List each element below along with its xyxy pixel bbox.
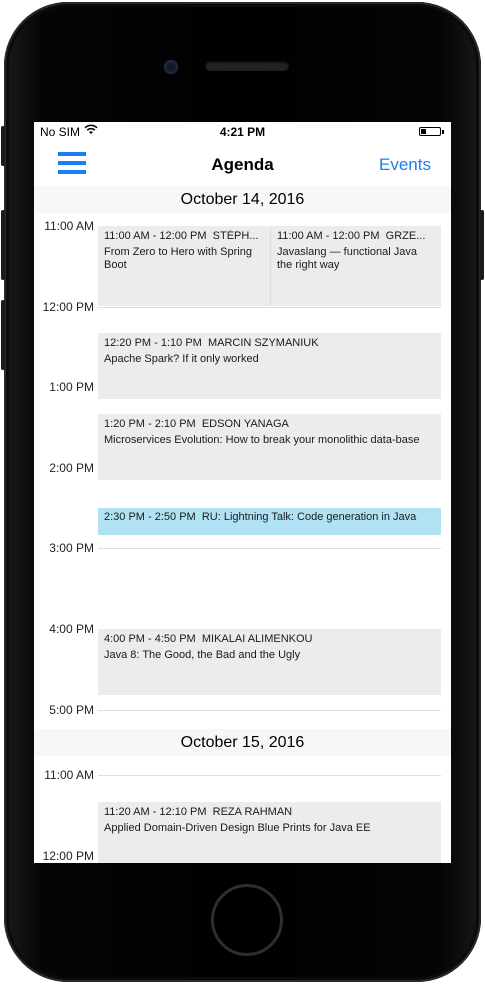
- event-card[interactable]: 11:20 AM - 12:10 PM REZA RAHMAN Applied …: [98, 802, 441, 863]
- event-speaker: MIKALAI ALIMENKOU: [201, 633, 313, 645]
- event-card[interactable]: 11:00 AM - 12:00 PM GRZE... Javaslang — …: [271, 226, 441, 306]
- event-time: 4:00 PM - 4:50 PM: [104, 633, 196, 645]
- hour-label: 11:00 AM: [44, 219, 94, 233]
- hour-line: [98, 710, 441, 711]
- event-speaker: GRZE...: [385, 230, 426, 242]
- battery-tip: [442, 130, 444, 134]
- event-speaker: MARCIN SZYMANIUK: [207, 337, 319, 349]
- hour-line: [98, 548, 441, 549]
- app-screen: No SIM 4:21 PM Agenda Events October 14,…: [34, 122, 451, 863]
- event-card[interactable]: 11:00 AM - 12:00 PM STÉPH... From Zero t…: [98, 226, 270, 306]
- hour-label: 12:00 PM: [42, 849, 94, 863]
- event-title: Java 8: The Good, the Bad and the Ugly: [104, 649, 301, 661]
- earpiece-speaker: [205, 61, 289, 71]
- hour-line: [98, 307, 441, 308]
- volume-up-button: [1, 210, 5, 280]
- event-card[interactable]: 12:20 PM - 1:10 PM MARCIN SZYMANIUK Apac…: [98, 333, 441, 399]
- navigation-bar: Agenda Events: [34, 142, 451, 187]
- status-time: 4:21 PM: [219, 125, 266, 139]
- hour-line: [98, 775, 441, 776]
- battery-icon: [419, 127, 441, 136]
- hour-label: 2:00 PM: [49, 461, 94, 475]
- event-time: 12:20 PM - 1:10 PM: [104, 337, 202, 349]
- front-camera-icon: [164, 60, 178, 74]
- event-time: 2:30 PM - 2:50 PM: [104, 511, 196, 523]
- event-title: Applied Domain-Driven Design Blue Prints…: [104, 822, 371, 834]
- event-time: 11:00 AM - 12:00 PM: [104, 230, 207, 242]
- event-card[interactable]: 1:20 PM - 2:10 PM EDSON YANAGA Microserv…: [98, 414, 441, 480]
- hour-label: 1:00 PM: [49, 380, 94, 394]
- status-bar: No SIM 4:21 PM: [34, 122, 451, 142]
- home-button[interactable]: [211, 884, 283, 956]
- event-speaker: REZA RAHMAN: [212, 806, 293, 818]
- event-card[interactable]: 4:00 PM - 4:50 PM MIKALAI ALIMENKOU Java…: [98, 629, 441, 695]
- hour-label: 4:00 PM: [49, 622, 94, 636]
- event-title: Microservices Evolution: How to break yo…: [104, 434, 420, 446]
- day-header: October 14, 2016: [34, 186, 451, 213]
- event-time: 11:00 AM - 12:00 PM: [277, 230, 380, 242]
- hour-label: 11:00 AM: [44, 768, 94, 782]
- event-speaker: EDSON YANAGA: [201, 418, 289, 430]
- event-time: 11:20 AM - 12:10 PM: [104, 806, 207, 818]
- event-title: RU: Lightning Talk: Code generation in J…: [201, 511, 417, 523]
- event-title: Javaslang — functional Java the right wa…: [277, 246, 418, 271]
- event-title: Apache Spark? If it only worked: [104, 353, 259, 365]
- volume-down-button: [1, 300, 5, 370]
- day-header: October 15, 2016: [34, 729, 451, 756]
- event-time: 1:20 PM - 2:10 PM: [104, 418, 196, 430]
- event-title: From Zero to Hero with Spring Boot: [104, 246, 252, 271]
- hour-label: 3:00 PM: [49, 541, 94, 555]
- power-button: [480, 210, 484, 280]
- hour-label: 5:00 PM: [49, 703, 94, 717]
- mute-switch: [1, 126, 5, 166]
- event-speaker: STÉPH...: [212, 230, 259, 242]
- event-card-selected[interactable]: 2:30 PM - 2:50 PM RU: Lightning Talk: Co…: [98, 508, 441, 535]
- events-button[interactable]: Events: [379, 155, 431, 175]
- hour-label: 12:00 PM: [42, 300, 94, 314]
